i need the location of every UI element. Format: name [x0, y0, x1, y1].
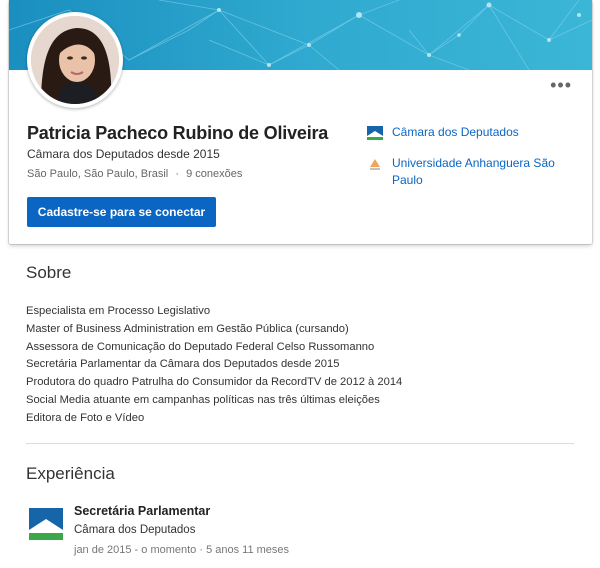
university-logo-icon: [366, 155, 384, 173]
experience-company[interactable]: Câmara dos Deputados: [74, 524, 195, 536]
profile-card: ••• Patricia Pacheco Rubino de Oliveira …: [9, 0, 592, 244]
org-label: Câmara dos Deputados: [392, 125, 519, 139]
about-list: Especialista em Processo Legislativo Mas…: [26, 303, 402, 428]
camara-logo-icon[interactable]: [28, 506, 64, 542]
more-options-icon[interactable]: •••: [550, 76, 572, 94]
separator-dot: ·: [175, 168, 179, 180]
section-divider: [26, 443, 574, 444]
about-line: Produtora do quadro Patrulha do Consumid…: [26, 376, 403, 389]
about-line: Social Media atuante em campanhas políti…: [26, 393, 380, 406]
org-item-camara[interactable]: Câmara dos Deputados: [366, 124, 572, 142]
experience-section-title: Experiência: [26, 464, 115, 483]
profile-connections[interactable]: 9 conexões: [186, 168, 242, 180]
signup-connect-button[interactable]: Cadastre-se para se conectar: [27, 197, 216, 227]
profile-headline: Câmara dos Deputados desde 2015: [27, 147, 220, 161]
experience-title[interactable]: Secretária Parlamentar: [74, 504, 210, 518]
about-section-title: Sobre: [26, 263, 72, 282]
org-label: Universidade Anhanguera São Paulo: [392, 156, 555, 187]
org-item-university[interactable]: Universidade Anhanguera São Paulo: [366, 155, 572, 189]
profile-name: Patricia Pacheco Rubino de Oliveira: [27, 123, 329, 143]
about-line: Editora de Foto e Vídeo: [26, 411, 145, 424]
profile-avatar[interactable]: [27, 12, 123, 108]
camara-logo-icon: [366, 124, 384, 142]
about-line: Master of Business Administration em Ges…: [26, 322, 349, 335]
about-line: Assessora de Comunicação do Deputado Fed…: [26, 340, 375, 353]
profile-location: São Paulo, São Paulo, Brasil: [27, 168, 169, 180]
about-line: Especialista em Processo Legislativo: [26, 305, 211, 317]
about-line: Secretária Parlamentar da Câmara dos Dep…: [26, 358, 340, 371]
profile-location-line: São Paulo, São Paulo, Brasil · 9 conexõe…: [27, 168, 242, 180]
experience-dates: jan de 2015 - o momento · 5 anos 11 mese…: [74, 544, 290, 556]
